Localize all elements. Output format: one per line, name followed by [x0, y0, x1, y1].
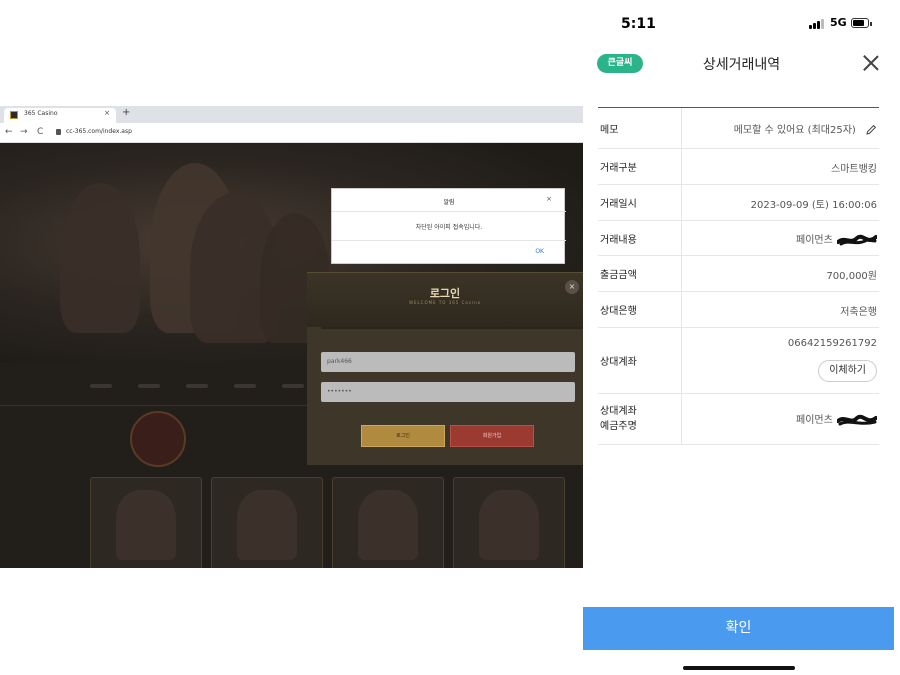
favicon-icon: [10, 111, 18, 119]
network-type: 5G: [830, 16, 847, 29]
page-title: 상세거래내역: [702, 57, 781, 73]
status-time: 5:11: [621, 16, 656, 32]
tab-bar: 365 Casino × +: [0, 106, 583, 123]
banner-figure: [60, 183, 140, 333]
screenshot-collage: 365 Casino × + ← → C cc-365.com/index.as…: [0, 0, 900, 675]
divider: [332, 240, 566, 241]
detail-row-memo: 메모 메모할 수 있어요 (최대25자): [598, 108, 879, 149]
url-field[interactable]: cc-365.com/index.asp: [66, 128, 132, 135]
row-label: 거래일시: [598, 185, 682, 220]
row-label: 상대계좌: [598, 328, 682, 393]
detail-row-account: 상대계좌 06642159261792 이체하기: [598, 328, 879, 394]
site-logo: [130, 411, 186, 467]
row-value: 06642159261792: [787, 338, 877, 349]
tab-title: 365 Casino: [24, 110, 58, 117]
divider: [321, 327, 583, 329]
detail-row-content: 거래내용 페이먼츠: [598, 221, 879, 256]
pencil-icon[interactable]: [865, 124, 877, 136]
login-button[interactable]: 로그인: [361, 425, 445, 447]
row-value: 페이먼츠: [796, 415, 833, 426]
home-indicator[interactable]: [683, 666, 795, 670]
detail-row-datetime: 거래일시 2023-09-09 (토) 16:00:06: [598, 185, 879, 221]
alert-close-icon[interactable]: ×: [546, 195, 552, 203]
close-icon[interactable]: [862, 54, 880, 72]
row-value: 저축은행: [840, 307, 877, 318]
back-icon[interactable]: ←: [5, 127, 13, 137]
menu-item[interactable]: [138, 384, 160, 388]
login-subtitle: WELCOME TO 365 Casino: [408, 300, 482, 305]
casino-browser-window: 365 Casino × + ← → C cc-365.com/index.as…: [0, 106, 583, 568]
address-bar: ← → C cc-365.com/index.asp: [0, 123, 583, 143]
detail-row-holder: 상대계좌 예금주명 페이먼츠: [598, 394, 879, 445]
row-label: 거래구분: [598, 149, 682, 184]
detail-row-amount: 출금금액 700,000원: [598, 256, 879, 292]
confirm-button[interactable]: 확인: [583, 607, 894, 650]
reload-icon[interactable]: C: [37, 127, 43, 137]
bank-app-screen: 5:11 5G 큰글씨 상세거래내역 메모 메모할 수 있어요 (최대25자): [583, 0, 900, 675]
tab-close-icon[interactable]: ×: [104, 109, 110, 117]
row-value-wrap: 페이먼츠: [796, 231, 877, 247]
detail-row-type: 거래구분 스마트뱅킹: [598, 149, 879, 185]
row-value: 페이먼츠: [796, 235, 833, 246]
login-modal: 로그인 WELCOME TO 365 Casino × park466 ••••…: [307, 272, 583, 465]
game-thumbnail[interactable]: [211, 477, 323, 568]
login-close-icon[interactable]: ×: [565, 280, 579, 294]
menu-item[interactable]: [186, 384, 208, 388]
forward-icon[interactable]: →: [20, 127, 28, 137]
row-label: 메모: [598, 108, 682, 148]
battery-icon: [851, 18, 872, 28]
game-thumbnail[interactable]: [90, 477, 202, 568]
menu-item[interactable]: [282, 384, 304, 388]
row-label: 상대계좌 예금주명: [598, 394, 682, 444]
transaction-detail-table: 메모 메모할 수 있어요 (최대25자) 거래구분 스마트뱅킹 거래일시 202…: [598, 107, 879, 445]
alert-dialog: 알림 × 차단된 아이피 접속입니다. OK: [331, 188, 566, 264]
login-title: 로그인: [429, 287, 461, 300]
browser-tab[interactable]: 365 Casino ×: [4, 108, 116, 123]
row-value: 2023-09-09 (토) 16:00:06: [750, 200, 877, 211]
memo-placeholder: 메모할 수 있어요 (최대25자): [733, 125, 856, 136]
site-menu: [90, 381, 330, 391]
row-value-wrap: 페이먼츠: [796, 411, 877, 427]
redaction-scribble: [837, 414, 877, 426]
alert-ok-button[interactable]: OK: [535, 248, 544, 255]
alert-title: 알림: [443, 199, 455, 206]
alert-message: 차단된 아이피 접속입니다.: [415, 224, 483, 231]
redaction-scribble: [837, 234, 877, 246]
row-label: 거래내용: [598, 221, 682, 255]
detail-row-bank: 상대은행 저축은행: [598, 292, 879, 328]
row-label: 상대은행: [598, 292, 682, 327]
menu-item[interactable]: [90, 384, 112, 388]
menu-item[interactable]: [234, 384, 256, 388]
row-value: 스마트뱅킹: [831, 164, 877, 175]
divider: [332, 211, 566, 212]
row-label-line: 상대계좌: [600, 406, 637, 417]
row-label-line: 예금주명: [600, 421, 637, 432]
username-input[interactable]: park466: [321, 352, 575, 372]
new-tab-button[interactable]: +: [122, 107, 130, 118]
transfer-button[interactable]: 이체하기: [818, 360, 877, 382]
password-input[interactable]: •••••••: [321, 382, 575, 402]
game-thumbnail[interactable]: [453, 477, 565, 568]
signup-button[interactable]: 회원가입: [450, 425, 534, 447]
row-value: 700,000원: [826, 271, 877, 282]
game-thumbnail[interactable]: [332, 477, 444, 568]
lock-icon: [56, 129, 61, 135]
memo-field[interactable]: 메모할 수 있어요 (최대25자): [734, 121, 877, 136]
login-header: 로그인 WELCOME TO 365 Casino ×: [307, 273, 583, 327]
row-label: 출금금액: [598, 256, 682, 291]
signal-icon: [809, 19, 824, 29]
